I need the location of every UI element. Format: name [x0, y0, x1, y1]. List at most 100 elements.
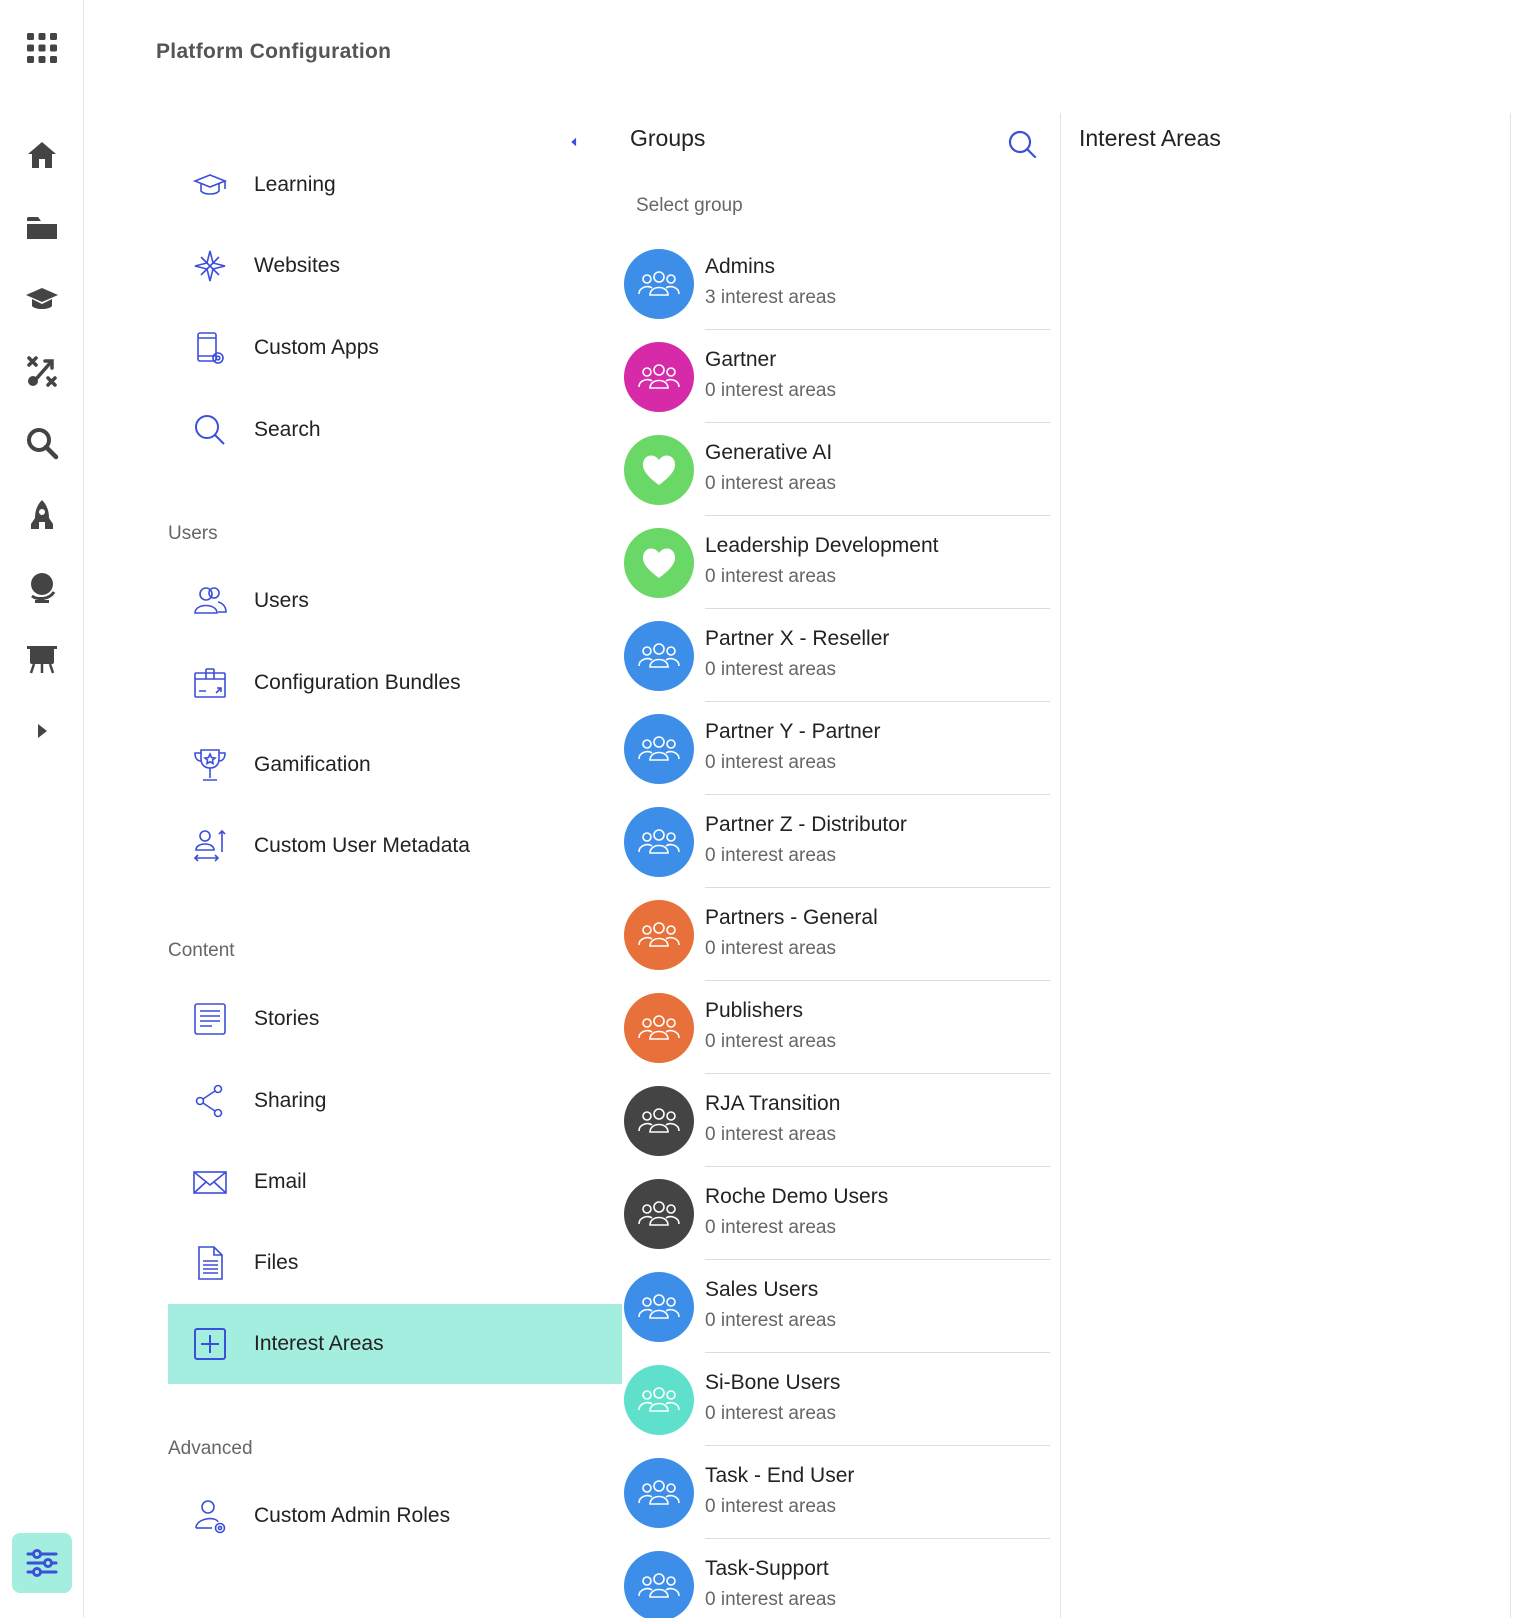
group-icon — [624, 714, 694, 784]
nav-item-label: Email — [254, 1170, 307, 1193]
group-name: Generative AI — [705, 441, 833, 464]
group-row[interactable]: Publishers 0 interest areas — [622, 993, 1050, 1086]
globe-icon[interactable] — [22, 567, 62, 607]
nav-item-sharing[interactable]: Sharing — [168, 1061, 622, 1141]
group-interest-count: 0 interest areas — [705, 1310, 836, 1331]
nav-item-search[interactable]: Search — [168, 390, 622, 470]
groups-title: Groups — [630, 125, 706, 151]
row-divider — [705, 422, 1050, 423]
nav-item-label: Files — [254, 1251, 299, 1274]
trophy-icon — [190, 745, 230, 785]
group-icon — [624, 621, 694, 691]
group-interest-count: 3 interest areas — [705, 287, 836, 308]
group-name: Si-Bone Users — [705, 1371, 841, 1394]
group-row[interactable]: Sales Users 0 interest areas — [622, 1272, 1050, 1365]
nav-item-custom-apps[interactable]: Custom Apps — [168, 308, 622, 388]
section-label-content: Content — [168, 940, 235, 961]
row-divider — [705, 980, 1050, 981]
row-divider — [705, 1352, 1050, 1353]
group-interest-count: 0 interest areas — [705, 473, 836, 494]
nav-item-websites[interactable]: Websites — [168, 226, 622, 306]
column-divider — [1510, 113, 1511, 1618]
group-row[interactable]: Task - End User 0 interest areas — [622, 1458, 1050, 1551]
graduation-cap-icon — [190, 165, 230, 205]
group-row[interactable]: Partner X - Reseller 0 interest areas — [622, 621, 1050, 714]
users-icon — [190, 581, 230, 621]
group-interest-count: 0 interest areas — [705, 752, 836, 773]
home-icon[interactable] — [22, 135, 62, 175]
group-row[interactable]: Task-Support 0 interest areas — [622, 1551, 1050, 1618]
group-row[interactable]: Admins 3 interest areas — [622, 249, 1050, 342]
group-name: Task-Support — [705, 1557, 829, 1580]
group-row[interactable]: Gartner 0 interest areas — [622, 342, 1050, 435]
heart-icon — [624, 435, 694, 505]
nav-item-files[interactable]: Files — [168, 1223, 622, 1303]
nav-item-label: Configuration Bundles — [254, 671, 461, 694]
nav-item-label: Learning — [254, 173, 336, 196]
row-divider — [705, 1445, 1050, 1446]
nav-item-label: Stories — [254, 1007, 320, 1030]
nav-item-label: Users — [254, 589, 309, 612]
rocket-icon[interactable] — [22, 495, 62, 535]
nav-item-interest-areas[interactable]: Interest Areas — [168, 1304, 622, 1384]
strategy-icon[interactable] — [22, 351, 62, 391]
group-name: Publishers — [705, 999, 804, 1022]
group-icon — [624, 1086, 694, 1156]
group-row[interactable]: Partner Y - Partner 0 interest areas — [622, 714, 1050, 807]
section-label-users: Users — [168, 523, 218, 544]
group-name: Leadership Development — [705, 534, 939, 557]
group-name: RJA Transition — [705, 1092, 841, 1115]
nav-item-stories[interactable]: Stories — [168, 979, 622, 1059]
group-icon — [624, 249, 694, 319]
expand-arrow-icon[interactable] — [22, 711, 62, 751]
group-icon — [624, 1179, 694, 1249]
nav-item-label: Interest Areas — [254, 1332, 384, 1355]
file-icon — [190, 1243, 230, 1283]
row-divider — [705, 1166, 1050, 1167]
group-icon — [624, 1551, 694, 1618]
group-interest-count: 0 interest areas — [705, 1403, 836, 1424]
nav-item-learning[interactable]: Learning — [168, 145, 622, 225]
group-icon — [624, 342, 694, 412]
nav-item-custom-admin-roles[interactable]: Custom Admin Roles — [168, 1476, 622, 1556]
search-icon — [190, 410, 230, 450]
heart-icon — [624, 528, 694, 598]
group-interest-count: 0 interest areas — [705, 1031, 836, 1052]
admin-role-icon — [190, 1496, 230, 1536]
column-divider — [1060, 113, 1061, 1618]
group-row[interactable]: RJA Transition 0 interest areas — [622, 1086, 1050, 1179]
presentation-icon[interactable] — [22, 639, 62, 679]
group-row[interactable]: Roche Demo Users 0 interest areas — [622, 1179, 1050, 1272]
nav-item-custom-user-metadata[interactable]: Custom User Metadata — [168, 806, 622, 886]
graduation-cap-icon[interactable] — [22, 279, 62, 319]
group-icon — [624, 900, 694, 970]
group-name: Partner X - Reseller — [705, 627, 890, 650]
share-icon — [190, 1081, 230, 1121]
group-name: Gartner — [705, 348, 777, 371]
group-row[interactable]: Partner Z - Distributor 0 interest areas — [622, 807, 1050, 900]
group-row[interactable]: Leadership Development 0 interest areas — [622, 528, 1050, 621]
nav-item-configuration-bundles[interactable]: Configuration Bundles — [168, 643, 622, 723]
bundle-icon — [190, 663, 230, 703]
group-row[interactable]: Partners - General 0 interest areas — [622, 900, 1050, 993]
group-interest-count: 0 interest areas — [705, 1124, 836, 1145]
row-divider — [705, 1259, 1050, 1260]
group-interest-count: 0 interest areas — [705, 1589, 836, 1610]
apps-grid-icon[interactable] — [22, 28, 62, 68]
group-interest-count: 0 interest areas — [705, 566, 836, 587]
group-icon — [624, 993, 694, 1063]
group-row[interactable]: Si-Bone Users 0 interest areas — [622, 1365, 1050, 1458]
group-interest-count: 0 interest areas — [705, 1496, 836, 1517]
nav-item-email[interactable]: Email — [168, 1142, 622, 1222]
settings-sliders-icon[interactable] — [12, 1533, 72, 1593]
search-icon[interactable] — [22, 423, 62, 463]
nav-item-gamification[interactable]: Gamification — [168, 725, 622, 805]
row-divider — [705, 701, 1050, 702]
group-icon — [624, 807, 694, 877]
group-row[interactable]: Generative AI 0 interest areas — [622, 435, 1050, 528]
nav-item-users[interactable]: Users — [168, 561, 622, 641]
row-divider — [705, 515, 1050, 516]
folder-icon[interactable] — [22, 207, 62, 247]
groups-search-icon[interactable] — [1006, 128, 1038, 160]
nav-item-label: Gamification — [254, 753, 371, 776]
